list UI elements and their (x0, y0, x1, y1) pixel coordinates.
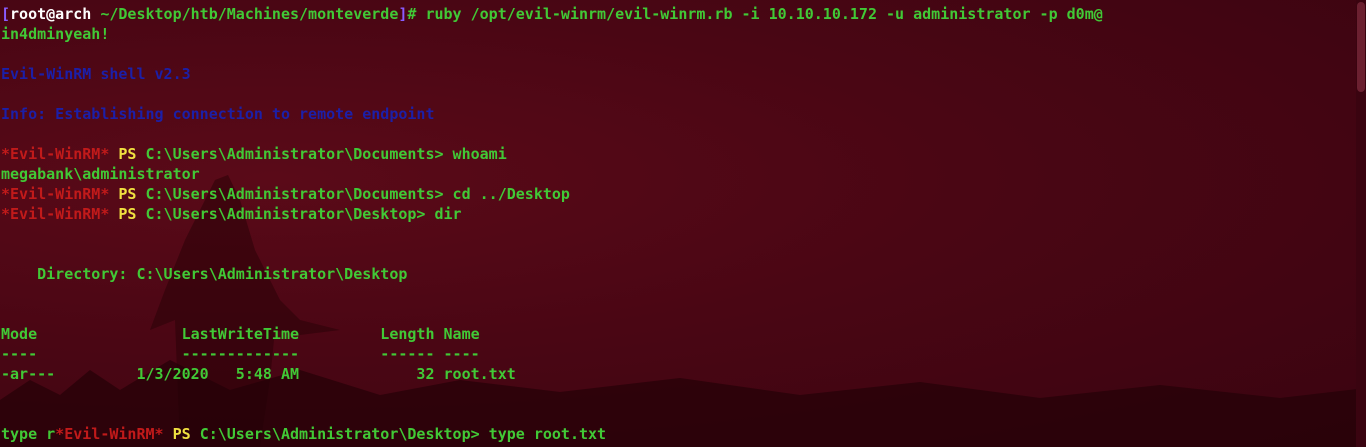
ps-label: PS (109, 185, 146, 203)
whoami-result: megabank\administrator (1, 165, 200, 183)
dir-table-header: Mode LastWriteTime Length Name (1, 325, 480, 343)
prompt-path: ~/Desktop/htb/Machines/monteverde (91, 5, 399, 23)
ps-label: PS (109, 145, 146, 163)
prompt-command-wrap: in4dminyeah! (1, 25, 110, 43)
dir-table-row: -ar--- 1/3/2020 5:48 AM 32 root.txt (1, 365, 516, 383)
banner-line: Evil-WinRM shell v2.3 (1, 65, 191, 83)
ps-command-line: *Evil-WinRM* PS C:\Users\Administrator\D… (1, 204, 1366, 224)
terminal-output[interactable]: [root@arch ~/Desktop/htb/Machines/montev… (1, 4, 1366, 444)
scrollbar[interactable] (1356, 0, 1366, 447)
ps-tag: *Evil-WinRM* (55, 425, 164, 443)
ps-tag: *Evil-WinRM* (1, 185, 110, 203)
ps-command: C:\Users\Administrator\Documents> cd ../… (145, 185, 570, 203)
scrollbar-thumb[interactable] (1357, 2, 1365, 92)
prompt-open-bracket: [ (1, 5, 11, 23)
ps-command-line: *Evil-WinRM* PS C:\Users\Administrator\D… (1, 144, 1366, 164)
ps-tag: *Evil-WinRM* (1, 205, 110, 223)
prompt-user-host: root@arch (10, 5, 92, 23)
ps-label: PS (163, 425, 200, 443)
ps-tag: *Evil-WinRM* (1, 145, 110, 163)
prompt-command: # ruby /opt/evil-winrm/evil-winrm.rb -i … (407, 5, 1103, 23)
ps-command: C:\Users\Administrator\Desktop> type roo… (199, 425, 607, 443)
directory-line: Directory: C:\Users\Administrator\Deskto… (1, 265, 408, 283)
ps-command: C:\Users\Administrator\Documents> whoami (145, 145, 507, 163)
ps-command: C:\Users\Administrator\Desktop> dir (145, 205, 462, 223)
ps-command-line: *Evil-WinRM* PS C:\Users\Administrator\D… (1, 184, 1366, 204)
ps-label: PS (109, 205, 146, 223)
typed-prefix: type r (1, 425, 56, 443)
current-prompt-line[interactable]: type r*Evil-WinRM* PS C:\Users\Administr… (1, 424, 1366, 444)
prompt-line: [root@arch ~/Desktop/htb/Machines/montev… (1, 4, 1366, 24)
info-line: Info: Establishing connection to remote … (1, 105, 435, 123)
dir-table-underline: ---- ------------- ------ ---- (1, 345, 480, 363)
